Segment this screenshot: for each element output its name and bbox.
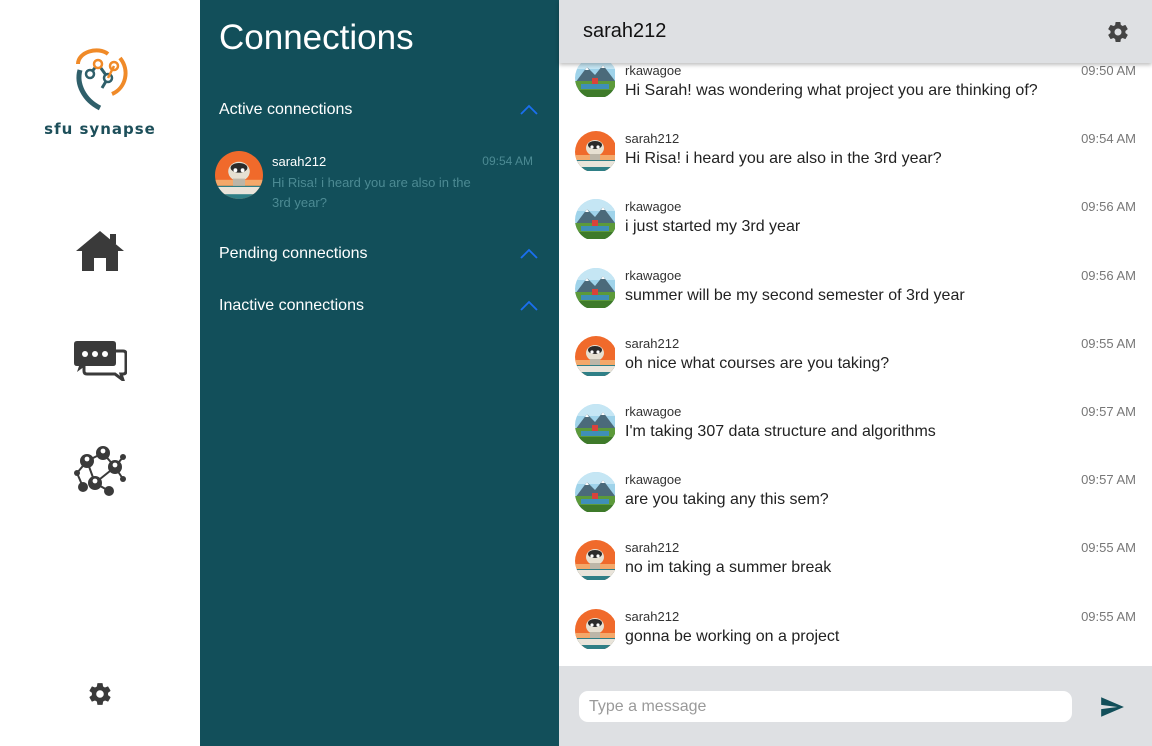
network-icon [74, 446, 126, 496]
chat-header: sarah212 [559, 0, 1152, 63]
message-item: rkawagoe 09:57 AM I'm taking 307 data st… [559, 404, 1152, 464]
message-user: sarah212 [625, 609, 680, 624]
section-label: Pending connections [219, 245, 368, 262]
message-list[interactable]: rkawagoe 09:50 AM Hi Sarah! was wonderin… [559, 63, 1152, 666]
chat-bubbles-icon [74, 341, 127, 381]
gear-icon[interactable] [1106, 20, 1130, 44]
message-user: rkawagoe [625, 472, 682, 487]
message-time: 09:55 AM [1081, 540, 1136, 555]
mountain-image [575, 268, 615, 308]
section-active-connections[interactable]: Active connections [219, 98, 539, 122]
message-item: rkawagoe 09:56 AM summer will be my seco… [559, 268, 1152, 328]
nav-network-button[interactable] [70, 443, 130, 497]
mountain-avatar [575, 268, 617, 310]
send-icon[interactable] [1099, 694, 1125, 720]
message-time: 09:55 AM [1081, 609, 1136, 624]
message-text: i just started my 3rd year [625, 218, 801, 235]
message-user: sarah212 [625, 540, 680, 555]
logo-icon [76, 48, 128, 111]
sheep-avatar [575, 540, 617, 582]
message-item: sarah212 09:55 AM gonna be working on a … [559, 609, 1152, 666]
message-user: rkawagoe [625, 404, 682, 419]
chevron-up-icon[interactable] [519, 247, 539, 261]
message-text: no im taking a summer break [625, 559, 832, 576]
nav-rail: sfu synapse [0, 0, 200, 746]
chevron-up-icon[interactable] [519, 299, 539, 313]
message-item: sarah212 09:54 AM Hi Risa! i heard you a… [559, 131, 1152, 191]
message-text: I'm taking 307 data structure and algori… [625, 423, 936, 440]
connection-name: sarah212 [272, 154, 327, 169]
message-text: gonna be working on a project [625, 628, 840, 645]
mountain-image [575, 472, 615, 512]
nav-home-button[interactable] [70, 224, 130, 278]
nav-chat-button[interactable] [70, 333, 130, 387]
gear-icon [89, 683, 111, 705]
message-user: sarah212 [625, 131, 680, 146]
message-text: are you taking any this sem? [625, 491, 829, 508]
message-time: 09:50 AM [1081, 63, 1136, 78]
mountain-image [575, 63, 615, 97]
mountain-avatar [575, 63, 617, 99]
connections-panel: Connections Active connections sarah212 … [200, 0, 559, 746]
section-label: Active connections [219, 101, 353, 118]
section-inactive-connections[interactable]: Inactive connections [219, 294, 539, 318]
message-text: summer will be my second semester of 3rd… [625, 287, 965, 304]
mountain-avatar [575, 472, 617, 514]
sfu-synapse-logo[interactable]: sfu synapse [36, 44, 164, 144]
connection-time: 09:54 AM [482, 154, 533, 168]
chat-panel: sarah212 rkawagoe 09:50 AM Hi Sarah! was… [559, 0, 1152, 746]
sheep-avatar [575, 336, 617, 378]
message-time: 09:57 AM [1081, 472, 1136, 487]
message-text: Hi Risa! i heard you are also in the 3rd… [625, 150, 942, 167]
message-item: rkawagoe 09:50 AM Hi Sarah! was wonderin… [559, 63, 1152, 123]
connection-preview: Hi Risa! i heard you are also in the 3rd… [272, 175, 471, 210]
section-pending-connections[interactable]: Pending connections [219, 242, 539, 266]
message-time: 09:56 AM [1081, 268, 1136, 283]
message-item: sarah212 09:55 AM no im taking a summer … [559, 540, 1152, 600]
sheep-image [575, 131, 615, 171]
message-item: sarah212 09:55 AM oh nice what courses a… [559, 336, 1152, 396]
sheep-avatar [215, 151, 263, 199]
sheep-image [575, 336, 615, 376]
message-time: 09:54 AM [1081, 131, 1136, 146]
mountain-image [575, 404, 615, 444]
sheep-image [575, 540, 615, 580]
message-item: rkawagoe 09:57 AM are you taking any thi… [559, 472, 1152, 532]
connection-item[interactable]: sarah212 09:54 AM Hi Risa! i heard you a… [214, 150, 539, 214]
message-composer [559, 666, 1152, 746]
message-text: Hi Sarah! was wondering what project you… [625, 82, 1038, 99]
message-user: rkawagoe [625, 63, 682, 78]
sheep-image [575, 609, 615, 649]
chat-title: sarah212 [583, 20, 667, 42]
section-label: Inactive connections [219, 297, 364, 314]
message-input[interactable] [579, 691, 1072, 722]
chevron-up-icon[interactable] [519, 103, 539, 117]
connections-title: Connections [219, 18, 414, 57]
mountain-avatar [575, 404, 617, 446]
nav-settings-button[interactable] [80, 674, 120, 714]
logo-text: sfu synapse [44, 120, 156, 138]
message-text: oh nice what courses are you taking? [625, 355, 890, 372]
message-user: rkawagoe [625, 199, 682, 214]
home-icon [76, 231, 124, 271]
sheep-avatar [575, 609, 617, 651]
sheep-avatar [575, 131, 617, 173]
message-time: 09:55 AM [1081, 336, 1136, 351]
mountain-avatar [575, 199, 617, 241]
message-time: 09:57 AM [1081, 404, 1136, 419]
message-user: sarah212 [625, 336, 680, 351]
mountain-image [575, 199, 615, 239]
message-item: rkawagoe 09:56 AM i just started my 3rd … [559, 199, 1152, 259]
message-time: 09:56 AM [1081, 199, 1136, 214]
message-user: rkawagoe [625, 268, 682, 283]
sheep-image [215, 151, 263, 199]
